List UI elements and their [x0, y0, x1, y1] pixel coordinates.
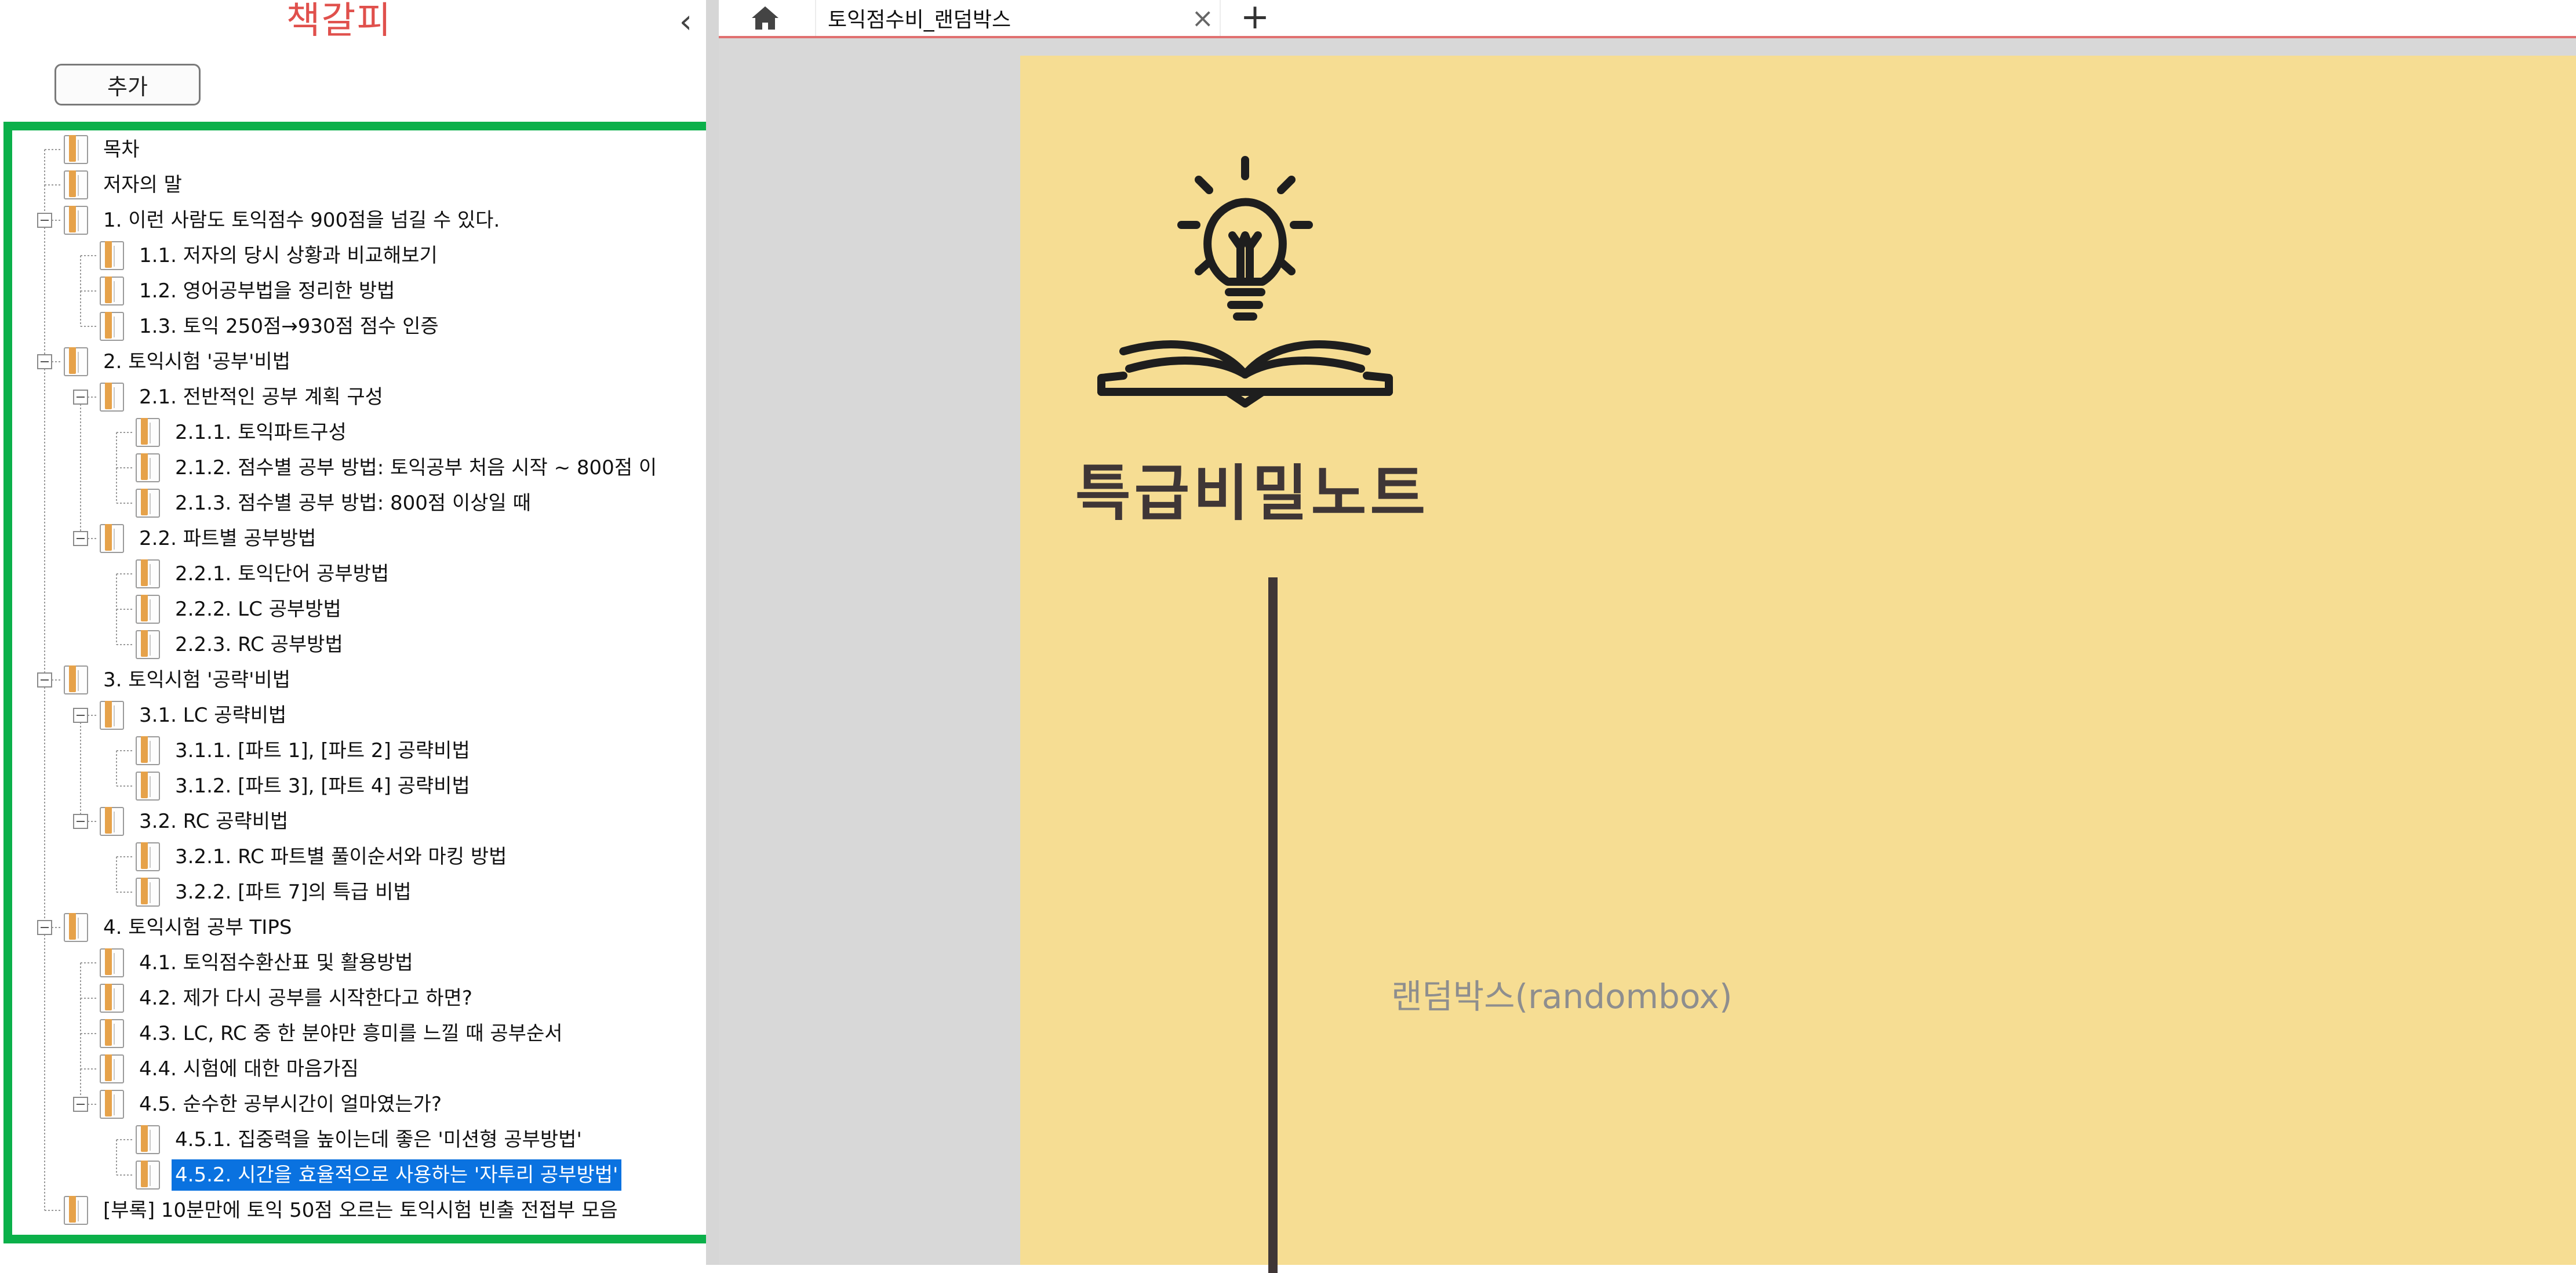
page-heading: 특급비밀노트 [1075, 458, 1429, 529]
new-tab-button[interactable]: + [1229, 0, 1281, 36]
close-icon[interactable]: × [1191, 0, 1214, 36]
panel-splitter[interactable] [706, 0, 719, 1265]
panel-title: 책갈피 [286, 0, 392, 42]
add-bookmark-button[interactable]: 추가 [54, 64, 201, 106]
chevron-left-icon[interactable]: ‹ [670, 5, 702, 39]
tab-home[interactable] [719, 0, 812, 36]
document-page: 특급비밀노트 랜덤박스(randombox) [1020, 56, 2576, 1273]
add-button-label: 추가 [107, 74, 148, 100]
document-viewer[interactable]: 특급비밀노트 랜덤박스(randombox) [719, 38, 2576, 1273]
tab-document-label: 토익점수비_랜덤박스 [828, 8, 1012, 32]
lightbulb-book-icon [1097, 156, 1393, 408]
tab-document[interactable]: 토익점수비_랜덤박스 × [815, 0, 1221, 36]
bookmark-panel: 책갈피 ‹ 추가 목차 저자의 말 1. 이런 사람도 토익점수 900점을 넘길 … [0, 0, 776, 1265]
highlight-frame [3, 122, 776, 1243]
brand-caption: 랜덤박스(randombox) [1391, 977, 1733, 1016]
timeline-line [1268, 577, 1278, 1273]
home-icon [752, 6, 778, 30]
tab-bar: 토익점수비_랜덤박스 × + [719, 0, 2576, 38]
